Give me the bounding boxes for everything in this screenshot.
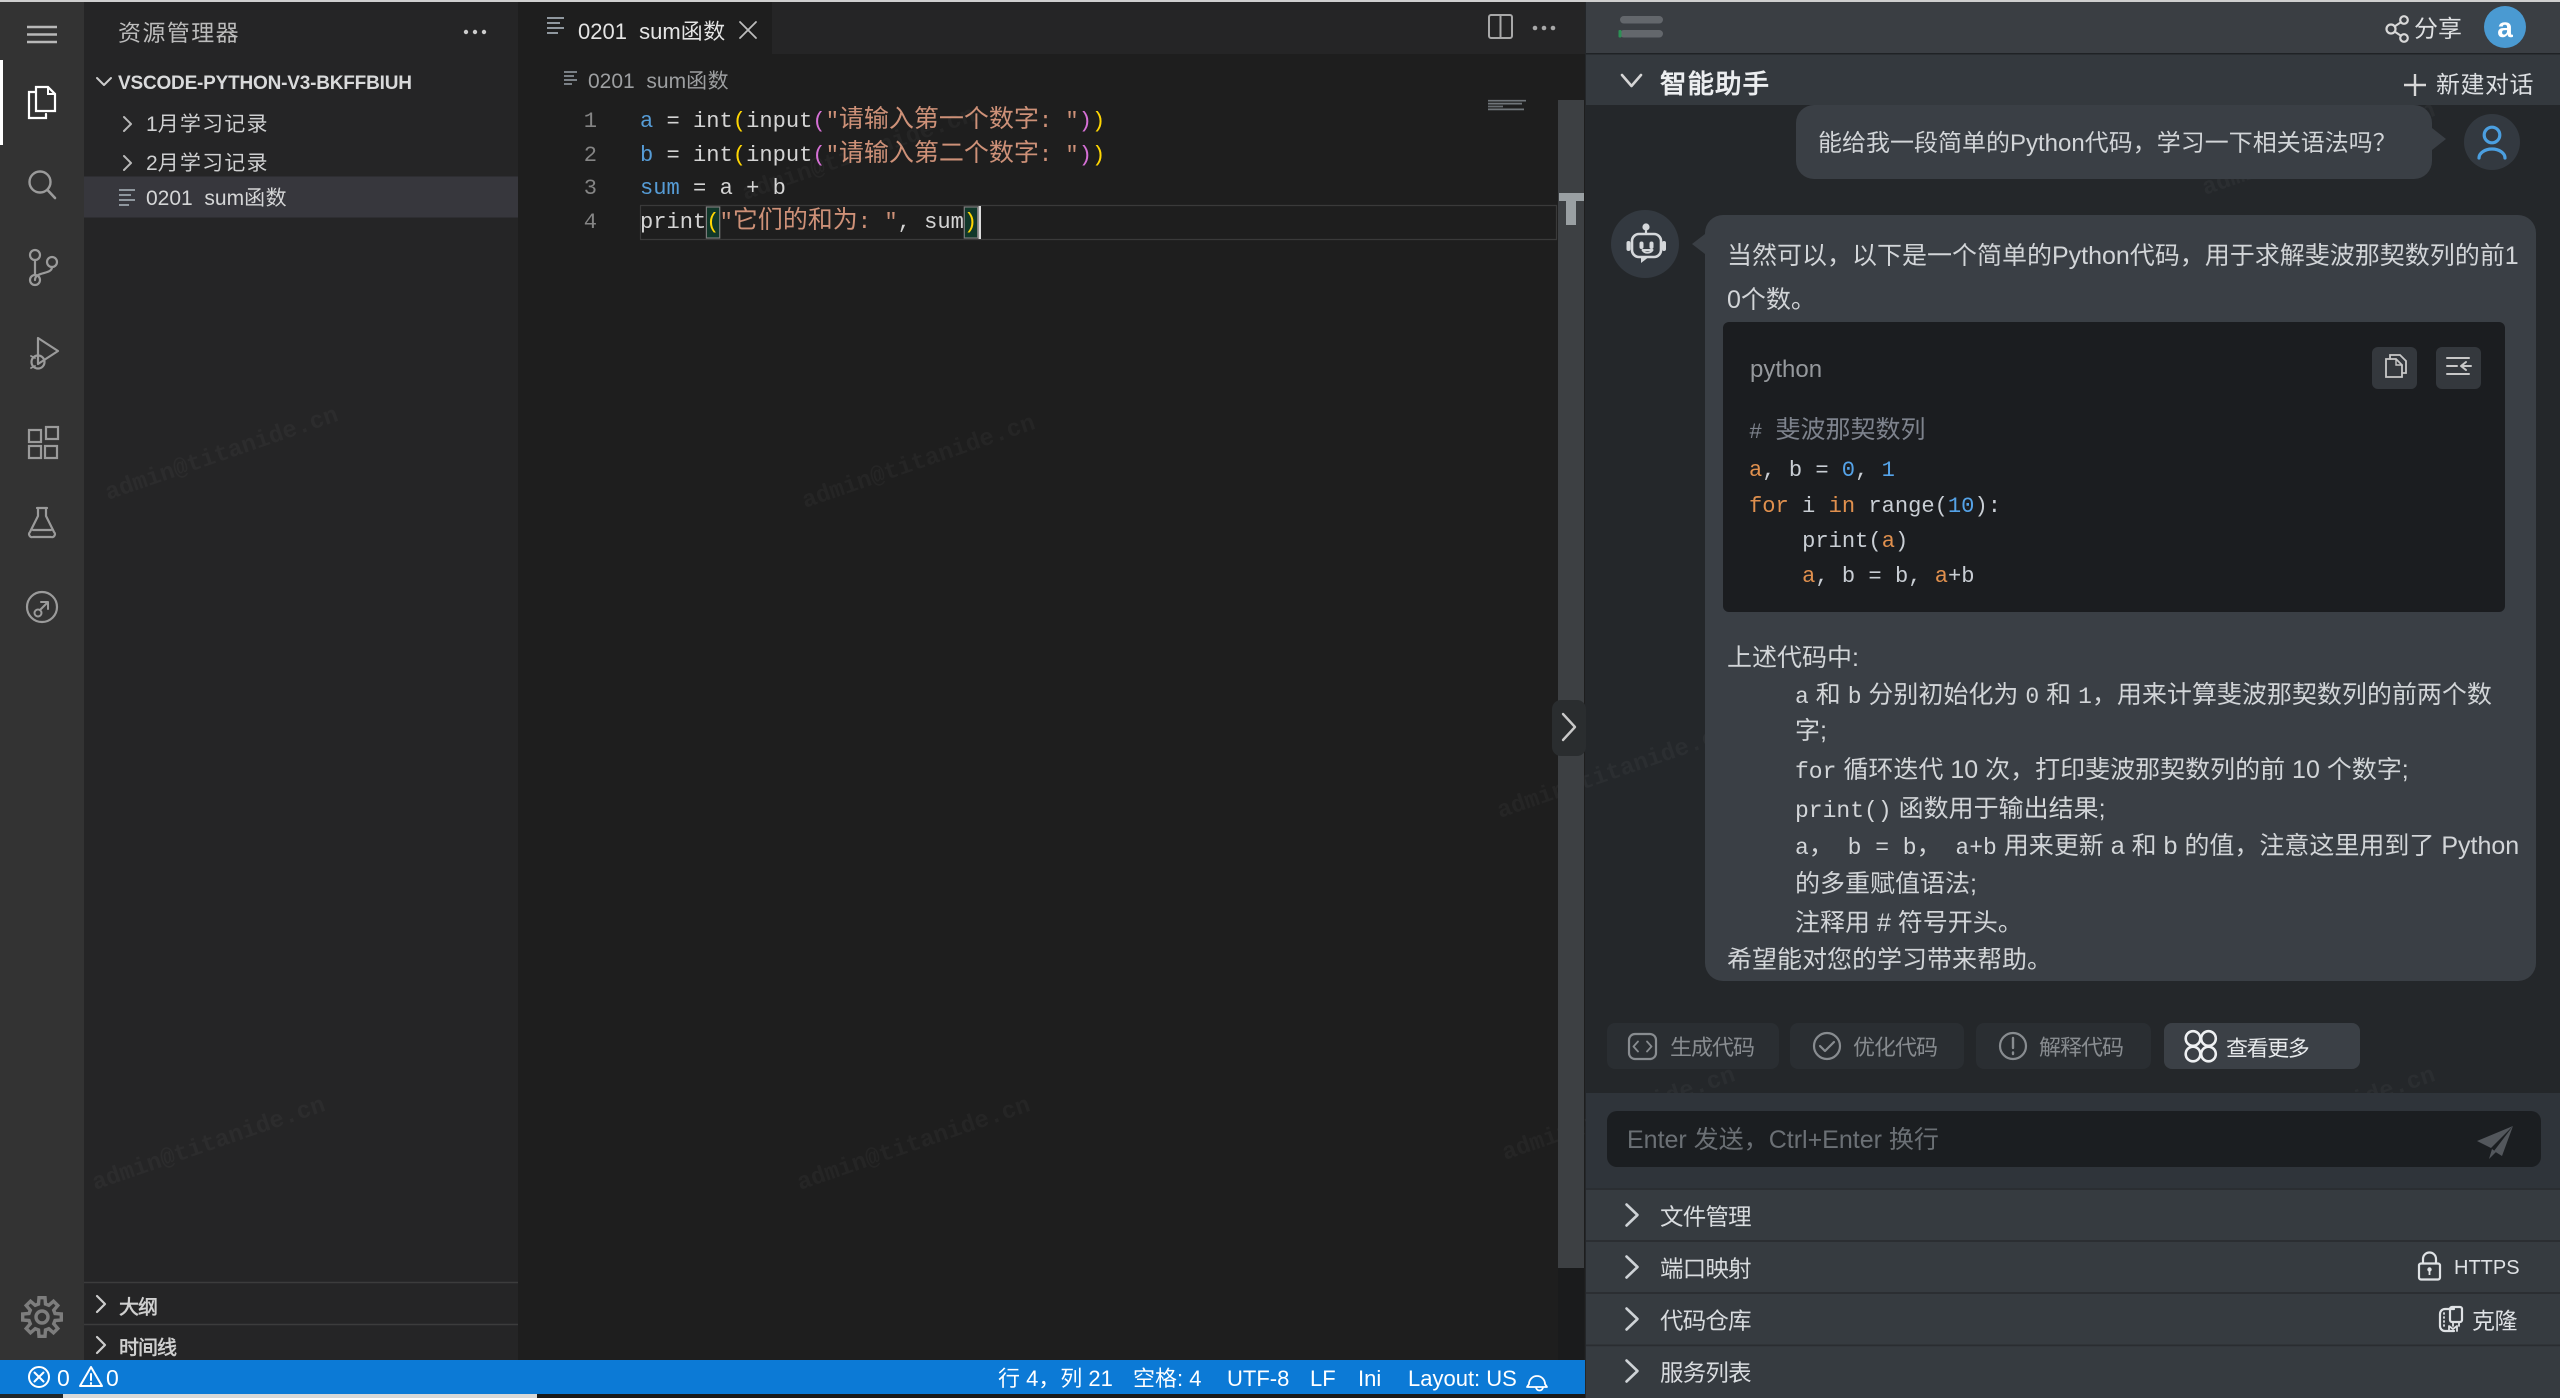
svg-text:0: 0 bbox=[2025, 684, 2039, 710]
svg-text:;: ; bbox=[2402, 756, 2409, 784]
svg-text:": " bbox=[720, 210, 733, 235]
svg-text:for: for bbox=[1749, 494, 1789, 519]
svg-text:: ": : " bbox=[1039, 109, 1079, 134]
svg-text:a: a bbox=[2497, 12, 2513, 43]
svg-text:=: = bbox=[653, 109, 693, 134]
svg-text:1: 1 bbox=[2078, 684, 2092, 710]
svg-text:VSCODE-PYTHON-V3-BKFFBIUH: VSCODE-PYTHON-V3-BKFFBIUH bbox=[118, 73, 412, 94]
svg-text:Layout: US: Layout: US bbox=[1408, 1366, 1517, 1391]
svg-text:a: a bbox=[2104, 832, 2132, 860]
svg-text:a: a bbox=[1795, 835, 1809, 861]
svg-text:(: ( bbox=[706, 210, 719, 235]
svg-text:a: a bbox=[1935, 564, 1948, 589]
svg-text:+b: +b bbox=[1948, 564, 1975, 589]
svg-text:1: 1 bbox=[146, 113, 158, 136]
svg-text:b: b bbox=[640, 143, 653, 168]
svg-text:sum: sum bbox=[640, 176, 680, 201]
svg-text:int: int bbox=[693, 109, 733, 134]
svg-text:: ": : " bbox=[858, 210, 898, 235]
svg-text:": " bbox=[826, 143, 839, 168]
svg-text:a: a bbox=[640, 109, 653, 134]
svg-text:): ) bbox=[964, 210, 977, 235]
svg-text:i: i bbox=[1789, 494, 1829, 519]
svg-text:, b = b,: , b = b, bbox=[1815, 564, 1934, 589]
svg-text:: 4: : 4 bbox=[1177, 1366, 1201, 1391]
svg-text:, sum: , sum bbox=[898, 210, 964, 235]
svg-text:UTF-8: UTF-8 bbox=[1227, 1366, 1289, 1391]
svg-text:0201 sum: 0201 sum bbox=[588, 70, 686, 93]
svg-text:10: 10 bbox=[1943, 756, 1985, 784]
svg-text:print: print bbox=[640, 210, 706, 235]
svg-text:LF: LF bbox=[1310, 1366, 1336, 1391]
svg-text:(: ( bbox=[733, 143, 746, 168]
svg-text:a: a bbox=[1795, 684, 1809, 710]
svg-text:0201 sum: 0201 sum bbox=[578, 19, 681, 44]
svg-text:: ": : " bbox=[1039, 143, 1079, 168]
svg-text:b: b bbox=[2157, 832, 2185, 860]
svg-text:4: 4 bbox=[584, 210, 597, 235]
svg-text:): ) bbox=[1092, 109, 1105, 134]
svg-text:b = b: b = b bbox=[1834, 835, 1917, 861]
svg-text:21: 21 bbox=[1082, 1366, 1113, 1391]
svg-text:0: 0 bbox=[1842, 458, 1855, 483]
svg-text:(: ( bbox=[812, 109, 825, 134]
svg-text:10: 10 bbox=[2285, 756, 2327, 784]
svg-text:print(): print() bbox=[1795, 798, 1892, 824]
svg-text:, b =: , b = bbox=[1762, 458, 1842, 483]
svg-text:print(: print( bbox=[1802, 529, 1882, 554]
svg-text:;: ; bbox=[2099, 795, 2106, 823]
svg-text:0: 0 bbox=[57, 1365, 70, 1391]
svg-text:Ini: Ini bbox=[1358, 1366, 1381, 1391]
svg-text:Python: Python bbox=[2434, 832, 2519, 860]
svg-text::: : bbox=[1852, 644, 1859, 672]
svg-text:b: b bbox=[1848, 684, 1862, 710]
svg-text:2: 2 bbox=[584, 143, 597, 168]
svg-text:= a + b: = a + b bbox=[680, 176, 786, 201]
svg-text:):: ): bbox=[1975, 494, 2002, 519]
svg-text:HTTPS: HTTPS bbox=[2454, 1257, 2520, 1279]
svg-text:(: ( bbox=[733, 109, 746, 134]
svg-text:): ) bbox=[1092, 143, 1105, 168]
svg-text:a+b: a+b bbox=[1942, 835, 1997, 861]
svg-text:a: a bbox=[1749, 458, 1762, 483]
svg-text:python: python bbox=[1750, 356, 1822, 383]
svg-text:0: 0 bbox=[1727, 286, 1741, 314]
svg-text:int: int bbox=[693, 143, 733, 168]
svg-text:for: for bbox=[1795, 759, 1836, 785]
svg-text:2: 2 bbox=[146, 152, 158, 175]
svg-text:10: 10 bbox=[1948, 494, 1975, 519]
svg-text:": " bbox=[826, 109, 839, 134]
svg-text:): ) bbox=[1079, 109, 1092, 134]
svg-text:,: , bbox=[1855, 458, 1882, 483]
svg-text:4: 4 bbox=[1020, 1366, 1038, 1391]
svg-text:#: # bbox=[1749, 420, 1776, 445]
svg-text:in: in bbox=[1829, 494, 1856, 519]
svg-text:Ctrl+Enter: Ctrl+Enter bbox=[1769, 1126, 1889, 1154]
svg-text:#: # bbox=[1870, 909, 1898, 937]
svg-text:;: ; bbox=[1820, 717, 1827, 745]
svg-text:Python: Python bbox=[2010, 130, 2085, 157]
svg-text:input: input bbox=[746, 109, 812, 134]
svg-text:): ) bbox=[1895, 529, 1908, 554]
svg-text:input: input bbox=[746, 143, 812, 168]
svg-text:(: ( bbox=[812, 143, 825, 168]
svg-text:0: 0 bbox=[106, 1365, 119, 1391]
svg-text:a: a bbox=[1882, 529, 1895, 554]
svg-text:3: 3 bbox=[584, 176, 597, 201]
svg-text:1: 1 bbox=[2505, 242, 2519, 270]
svg-text:): ) bbox=[1079, 143, 1092, 168]
svg-text:Python: Python bbox=[2052, 242, 2130, 270]
svg-text:1: 1 bbox=[1882, 458, 1895, 483]
svg-text:=: = bbox=[653, 143, 693, 168]
svg-text:a: a bbox=[1802, 564, 1815, 589]
svg-text:range(: range( bbox=[1855, 494, 1948, 519]
svg-text:;: ; bbox=[1970, 870, 1977, 898]
svg-text:1: 1 bbox=[584, 109, 597, 134]
svg-text:Enter: Enter bbox=[1627, 1126, 1694, 1154]
svg-text:0201 sum: 0201 sum bbox=[146, 187, 244, 210]
